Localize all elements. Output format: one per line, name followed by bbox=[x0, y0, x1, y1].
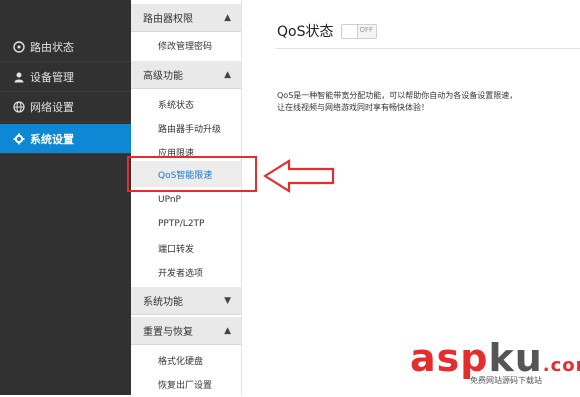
sidebar-item-network-settings[interactable]: 网络设置 bbox=[0, 92, 131, 122]
watermark-tagline: 免费网站源码下载站 bbox=[470, 376, 542, 385]
description-line-1: QoS是一种智能带宽分配功能，可以帮助你自动为各设备设置限速， bbox=[277, 91, 518, 100]
group-advanced-features[interactable]: 高级功能 ▲ bbox=[131, 61, 241, 89]
group-router-permission[interactable]: 路由器权限 ▲ bbox=[131, 4, 241, 32]
submenu-item-format-disk[interactable]: 格式化硬盘 bbox=[131, 347, 241, 373]
annotation-highlight-box bbox=[127, 156, 257, 192]
chevron-up-icon: ▲ bbox=[224, 325, 231, 336]
settings-submenu: 路由器权限 ▲ 修改管理密码 高级功能 ▲ 系统状态 路由器手动升级 应用限速 … bbox=[131, 0, 242, 395]
group-label: 重置与恢复 bbox=[143, 327, 193, 338]
group-system-functions[interactable]: 系统功能 ▼ bbox=[131, 287, 241, 315]
submenu-item-pptp-l2tp[interactable]: PPTP/L2TP bbox=[131, 211, 241, 237]
user-icon bbox=[13, 71, 25, 83]
submenu-item-change-password[interactable]: 修改管理密码 bbox=[131, 32, 241, 58]
gauge-icon bbox=[13, 40, 25, 53]
sidebar-item-router-status[interactable]: 路由状态 bbox=[0, 32, 131, 62]
group-label: 系统功能 bbox=[143, 297, 183, 308]
submenu-item-manual-upgrade[interactable]: 路由器手动升级 bbox=[131, 115, 241, 141]
submenu-item-factory-reset[interactable]: 恢复出厂设置 bbox=[131, 371, 241, 397]
chevron-up-icon: ▲ bbox=[224, 69, 231, 80]
watermark-logo: aspku.com 免费网站源码下载站 bbox=[410, 338, 580, 386]
qos-description: QoS是一种智能带宽分配功能，可以帮助你自动为各设备设置限速， 让在线视频与网络… bbox=[277, 90, 517, 114]
sidebar-item-label: 设备管理 bbox=[30, 70, 74, 84]
annotation-arrow-icon bbox=[263, 159, 335, 193]
page-title: QoS状态 bbox=[277, 24, 334, 40]
group-label: 高级功能 bbox=[143, 71, 183, 82]
submenu-item-developer-options[interactable]: 开发者选项 bbox=[131, 259, 241, 285]
sidebar-item-label: 网络设置 bbox=[30, 100, 74, 114]
toggle-label: OFF bbox=[359, 26, 373, 34]
globe-icon bbox=[13, 100, 25, 113]
main-sidebar: 路由状态 设备管理 网络设置 系统设置 bbox=[0, 0, 139, 395]
group-label: 路由器权限 bbox=[143, 14, 193, 25]
toggle-knob bbox=[342, 25, 358, 38]
qos-toggle[interactable]: OFF bbox=[341, 24, 377, 39]
sidebar-item-label: 路由状态 bbox=[30, 40, 74, 54]
sidebar-item-device-management[interactable]: 设备管理 bbox=[0, 62, 131, 92]
submenu-item-port-forwarding[interactable]: 端口转发 bbox=[131, 235, 241, 261]
sidebar-item-label: 系统设置 bbox=[30, 132, 74, 146]
chevron-down-icon: ▼ bbox=[224, 295, 231, 306]
submenu-item-system-status[interactable]: 系统状态 bbox=[131, 91, 241, 117]
sidebar-item-system-settings[interactable]: 系统设置 bbox=[0, 124, 139, 154]
group-reset-restore[interactable]: 重置与恢复 ▲ bbox=[131, 317, 241, 345]
gear-icon bbox=[13, 133, 25, 145]
description-line-2: 让在线视频与网络游戏同时享有畅快体验！ bbox=[277, 103, 429, 112]
chevron-up-icon: ▲ bbox=[224, 12, 231, 23]
divider bbox=[275, 48, 580, 49]
